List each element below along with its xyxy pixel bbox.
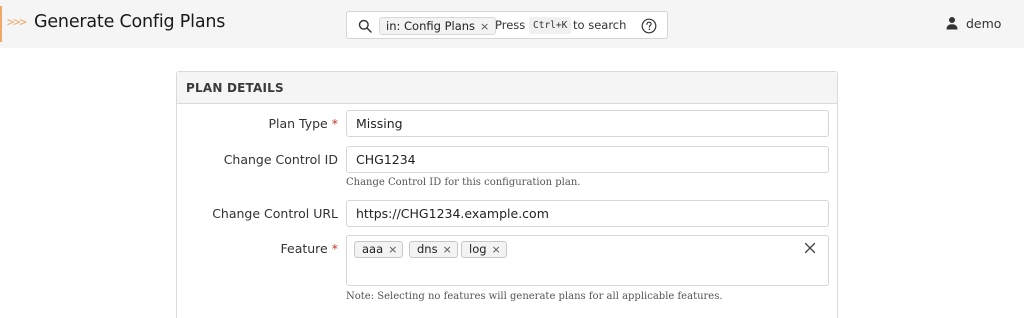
feature-help: Note: Selecting no features will generat…	[346, 291, 723, 302]
required-marker: *	[331, 241, 338, 256]
feature-label-text: Feature	[280, 241, 328, 256]
close-icon[interactable]	[804, 242, 816, 254]
top-header: >>> Generate Config Plans in: Config Pla…	[0, 0, 1024, 48]
remove-chip-icon[interactable]: ×	[388, 243, 397, 256]
search-hint-press: Press	[495, 18, 526, 32]
change-control-url-input[interactable]: https://CHG1234.example.com	[346, 200, 829, 227]
search-icon	[358, 19, 372, 33]
panel-header: PLAN DETAILS	[177, 72, 837, 104]
search-scope-chip: in: Config Plans ×	[379, 17, 497, 35]
question-circle-icon[interactable]	[641, 18, 657, 34]
feature-label: Feature *	[178, 241, 339, 256]
required-marker: *	[331, 116, 338, 131]
feature-chip-dns: dns ×	[409, 241, 458, 258]
search-scope-label: in: Config Plans	[386, 19, 476, 33]
user-name: demo	[966, 16, 1002, 31]
change-control-id-input[interactable]: CHG1234	[346, 146, 829, 173]
feature-chip-log: log ×	[461, 241, 507, 258]
user-icon	[946, 17, 958, 30]
search-hint-suffix: to search	[573, 18, 627, 32]
remove-chip-icon[interactable]: ×	[492, 243, 501, 256]
change-control-id-label: Change Control ID	[223, 152, 338, 167]
feature-multiselect[interactable]: aaa × dns × log ×	[346, 235, 829, 286]
keyboard-shortcut: Ctrl+K	[529, 17, 572, 34]
feature-chip-label: log	[469, 242, 487, 256]
panel-title: PLAN DETAILS	[186, 81, 284, 95]
plan-type-select[interactable]: Missing	[346, 110, 829, 137]
change-control-url-label: Change Control URL	[212, 206, 338, 221]
remove-scope-icon[interactable]: ×	[480, 20, 489, 33]
feature-chip-aaa: aaa ×	[354, 241, 404, 258]
global-search-box[interactable]: in: Config Plans × Press Ctrl+K to search	[346, 11, 668, 39]
plan-details-panel: PLAN DETAILS Plan Type * Missing Change C…	[176, 71, 838, 318]
menu-chevrons-icon[interactable]: >>>	[7, 15, 27, 29]
header-accent-bar	[0, 6, 2, 42]
plan-type-label: Plan Type *	[178, 116, 338, 131]
remove-chip-icon[interactable]: ×	[443, 243, 452, 256]
change-control-id-help: Change Control ID for this configuration…	[346, 177, 581, 188]
feature-chip-label: dns	[417, 242, 438, 256]
page-title: Generate Config Plans	[34, 12, 226, 32]
plan-type-label-text: Plan Type	[268, 116, 328, 131]
feature-chip-label: aaa	[362, 242, 384, 256]
